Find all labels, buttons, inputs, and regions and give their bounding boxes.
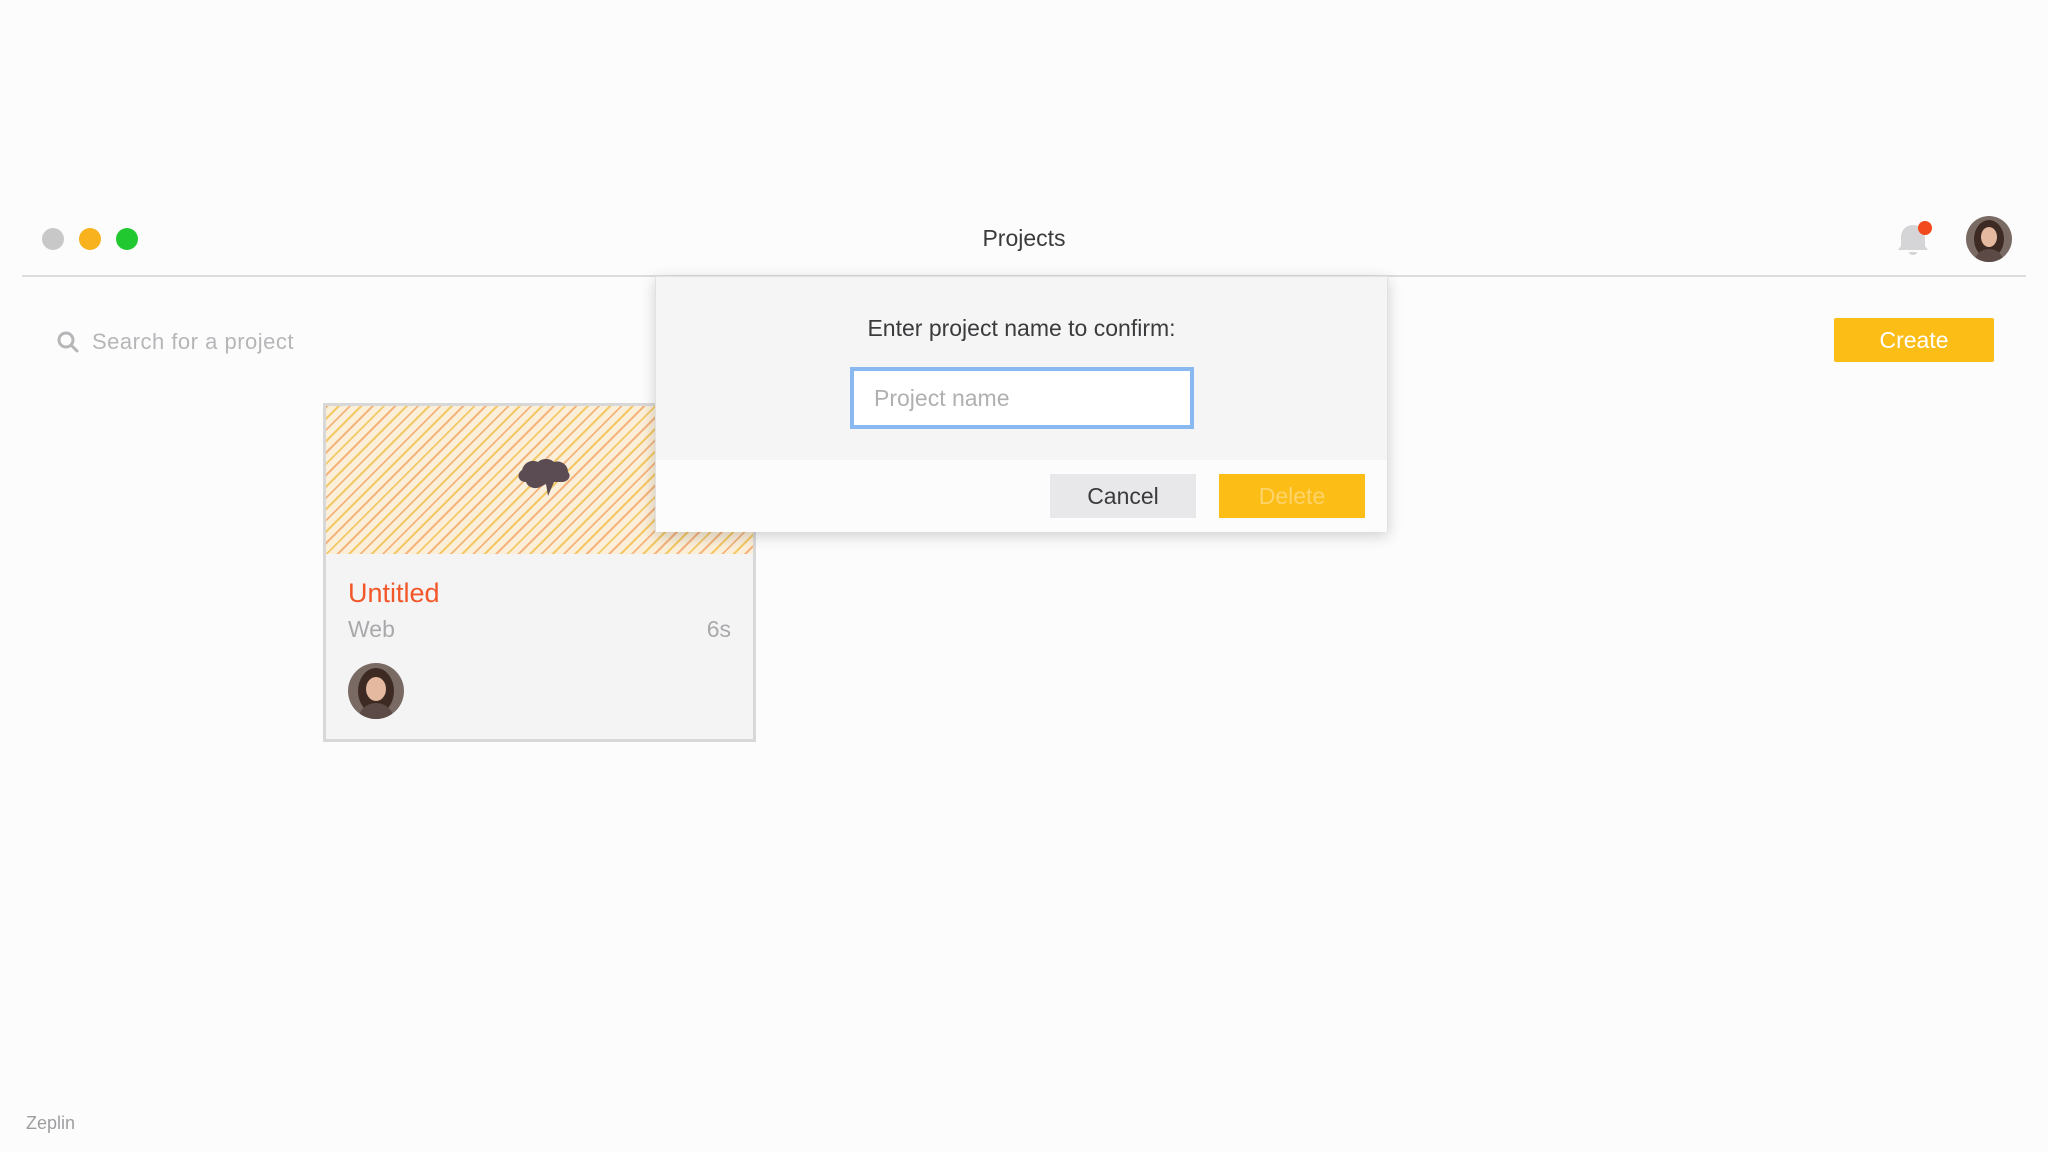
window-title: Projects (982, 225, 1066, 251)
zeplin-logo-icon (518, 459, 570, 496)
user-avatar[interactable] (1966, 216, 2012, 262)
cancel-button[interactable]: Cancel (1050, 474, 1196, 518)
search-input[interactable] (90, 328, 490, 356)
bell-icon[interactable] (1895, 219, 1935, 263)
project-type: Web (348, 616, 395, 642)
project-name-input[interactable] (850, 367, 1194, 429)
create-button[interactable]: Create (1834, 318, 1994, 362)
title-bar: Projects (22, 205, 2026, 277)
project-title: Untitled (348, 578, 440, 608)
notification-dot (1918, 221, 1932, 235)
brand-watermark: Zeplin (26, 1113, 76, 1133)
search-bar (56, 326, 490, 358)
app-window: Projects Create Untitled (0, 0, 2048, 1152)
confirm-delete-dialog: Enter project name to confirm: Cancel De… (655, 276, 1388, 532)
dialog-footer: Cancel Delete (656, 460, 1387, 532)
project-updated-time: 6s (706, 616, 731, 642)
member-avatar (348, 663, 404, 719)
delete-button[interactable]: Delete (1219, 474, 1365, 518)
search-icon (57, 331, 79, 353)
dialog-title: Enter project name to confirm: (867, 315, 1176, 341)
